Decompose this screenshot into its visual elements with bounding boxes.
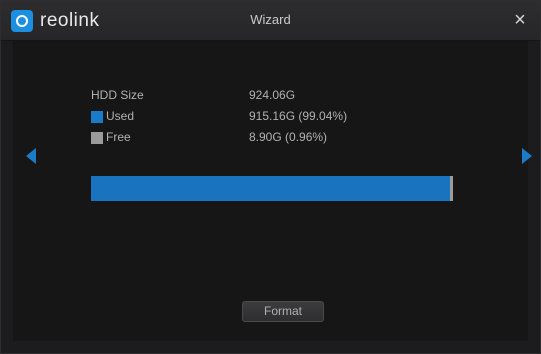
close-icon[interactable]: ×: [510, 9, 530, 31]
window-title: Wizard: [250, 12, 291, 27]
content-panel: HDD Size 924.06G Used 915.16G (99.04%) F…: [13, 41, 528, 341]
title-bar: reolink Wizard ×: [1, 1, 540, 41]
free-label: Free: [106, 130, 131, 144]
usage-bar: [91, 176, 453, 201]
arrow-right-icon[interactable]: [522, 148, 532, 164]
hdd-size-value: 924.06G: [249, 88, 296, 102]
used-value: 915.16G (99.04%): [249, 109, 348, 123]
free-value: 8.90G (0.96%): [249, 130, 328, 144]
usage-bar-fill: [91, 176, 450, 201]
used-label: Used: [106, 109, 135, 123]
used-swatch-icon: [91, 110, 103, 123]
free-swatch-icon: [91, 131, 103, 144]
hdd-size-label: HDD Size: [91, 88, 144, 102]
arrow-left-icon[interactable]: [26, 148, 36, 164]
format-button[interactable]: Format: [242, 301, 324, 322]
wizard-window: reolink Wizard × HDD Size 924.06G Used 9…: [0, 0, 541, 354]
